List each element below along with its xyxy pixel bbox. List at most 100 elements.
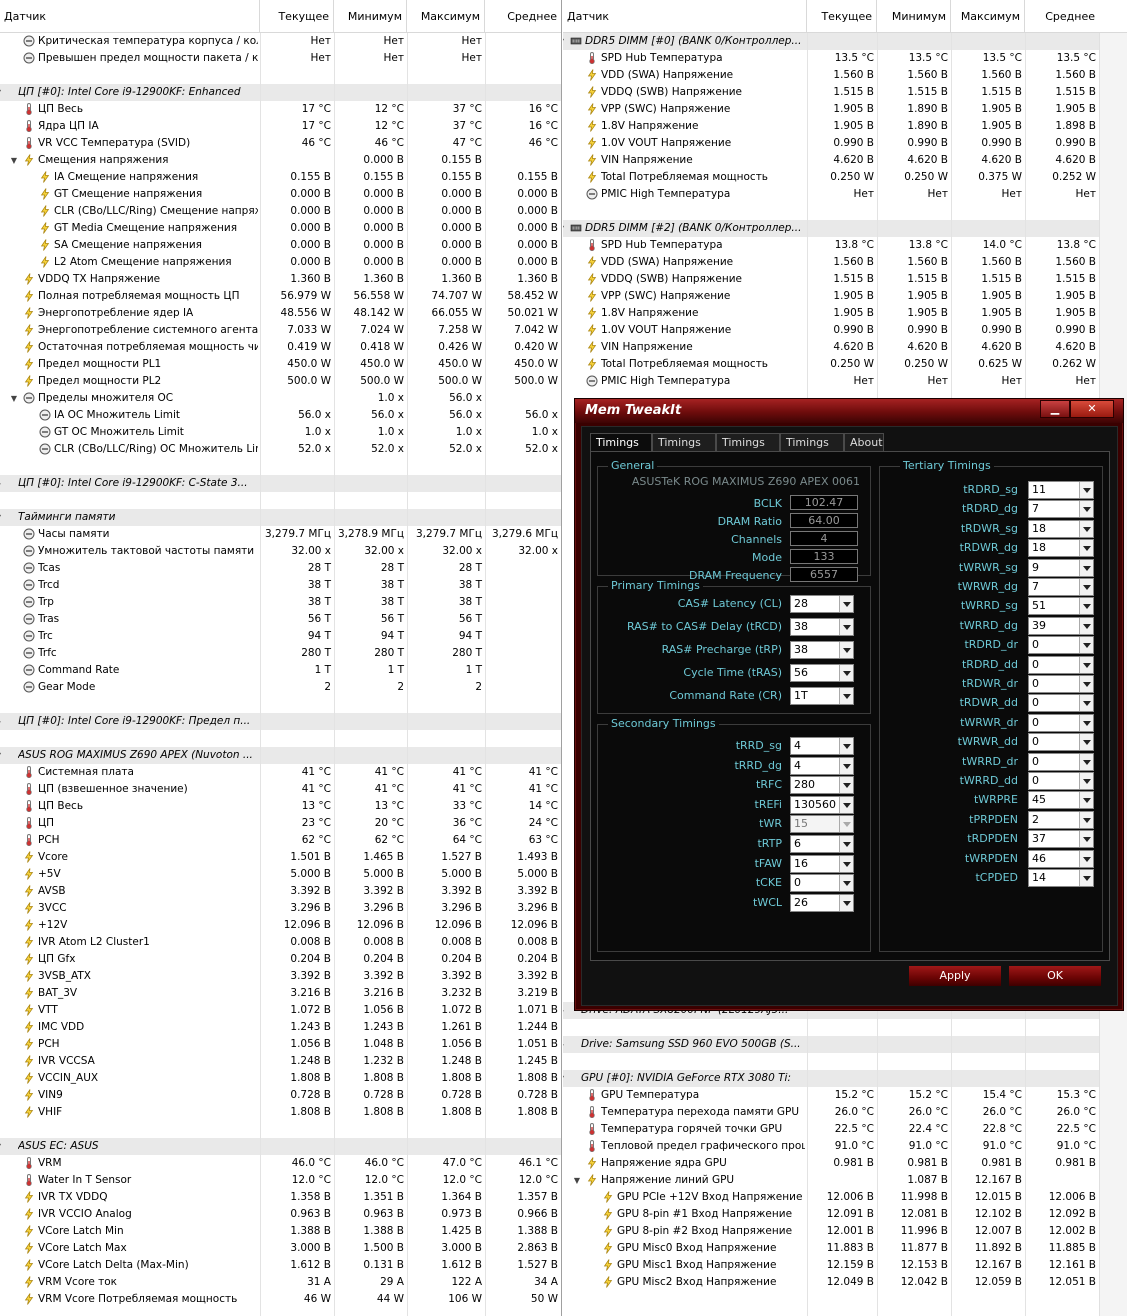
tertiary-timing-dropdown[interactable]: 37 bbox=[1028, 830, 1094, 849]
sensor-row[interactable]: 1.0V VOUT Напряжение 0.990 В 0.990 В 0.990 … bbox=[563, 322, 1127, 339]
sensor-group-row[interactable]: ▶ Drive: Samsung SSD 960 EVO 500GB (S... bbox=[563, 1036, 1127, 1053]
sensor-row[interactable]: Тепловой предел графического проц... 91.0… bbox=[563, 1138, 1127, 1155]
sensor-row[interactable]: PCH 62 °C 62 °C 64 °C 63 °C bbox=[0, 832, 561, 849]
sensor-row[interactable]: Total Потребляемая мощность 0.250 W 0.250 … bbox=[563, 356, 1127, 373]
sensor-row[interactable]: IA OC Множитель Limit 56.0 x 56.0 x 56.0 x 5… bbox=[0, 407, 561, 424]
sensor-row[interactable]: Часы памяти 3,279.7 МГц 3,278.9 МГц 3,279.7… bbox=[0, 526, 561, 543]
sensor-row[interactable]: Полная потребляемая мощность ЦП 56.979 W 5… bbox=[0, 288, 561, 305]
sensor-row[interactable]: Энергопотребление системного агента 7.033… bbox=[0, 322, 561, 339]
chevron-down-icon[interactable] bbox=[1079, 773, 1093, 789]
sensor-row[interactable]: Остаточная потребляемая мощность чипа 0.4… bbox=[0, 339, 561, 356]
sensor-row[interactable]: Total Потребляемая мощность 0.250 W 0.250 … bbox=[563, 169, 1127, 186]
sensor-row[interactable]: 3VCC 3.296 В 3.296 В 3.296 В 3.296 В bbox=[0, 900, 561, 917]
sensor-row[interactable]: +12V 12.096 В 12.096 В 12.096 В 12.096 В bbox=[0, 917, 561, 934]
sensor-row[interactable]: ЦП Весь 13 °C 13 °C 33 °C 14 °C bbox=[0, 798, 561, 815]
chevron-down-icon[interactable] bbox=[839, 836, 853, 852]
sensor-row[interactable]: GT Media Смещение напряжения 0.000 В 0.000… bbox=[0, 220, 561, 237]
chevron-down-icon[interactable] bbox=[839, 619, 853, 635]
tab-timings-2[interactable]: Timings #2 bbox=[652, 433, 716, 466]
tertiary-timing-dropdown[interactable]: 39 bbox=[1028, 616, 1094, 635]
col-current[interactable]: Текущее bbox=[260, 0, 334, 33]
chevron-down-icon[interactable] bbox=[839, 665, 853, 681]
sensor-row[interactable]: GPU 8-pin #1 Вход Напряжение 12.091 В 12.0… bbox=[563, 1206, 1127, 1223]
close-button[interactable]: ✕ bbox=[1070, 400, 1114, 418]
sensor-group-row[interactable]: ▼ ЦП [#0]: Intel Core i9-12900KF: Enhance… bbox=[0, 84, 561, 101]
sensor-row[interactable]: ▼ Смещения напряжения 0.000 В 0.155 В bbox=[0, 152, 561, 169]
sensor-row[interactable]: VIN Напряжение 4.620 В 4.620 В 4.620 В 4.620… bbox=[563, 339, 1127, 356]
chevron-down-icon[interactable] bbox=[1079, 540, 1093, 557]
sensor-row[interactable]: Tras 56 T 56 T 56 T bbox=[0, 611, 561, 628]
sensor-row[interactable]: ▼ Напряжение линий GPU 1.087 В 12.167 В bbox=[563, 1172, 1127, 1189]
tertiary-timing-dropdown[interactable]: 0 bbox=[1028, 772, 1094, 790]
col-sensor[interactable]: Датчик bbox=[563, 0, 807, 33]
sensor-row[interactable]: Tcas 28 T 28 T 28 T bbox=[0, 560, 561, 577]
sensor-row[interactable]: Напряжение ядра GPU 0.981 В 0.981 В 0.981 В… bbox=[563, 1155, 1127, 1172]
tertiary-timing-dropdown[interactable]: 0 bbox=[1028, 655, 1094, 674]
ok-button[interactable]: OK bbox=[1008, 965, 1102, 987]
primary-timing-dropdown[interactable]: 56 bbox=[790, 664, 854, 682]
chevron-down-icon[interactable] bbox=[1079, 598, 1093, 615]
chevron-down-icon[interactable] bbox=[839, 642, 853, 658]
tertiary-timing-dropdown[interactable]: 51 bbox=[1028, 597, 1094, 616]
sensor-row[interactable]: VCore Latch Max 3.000 В 1.500 В 3.000 В 2.86… bbox=[0, 1240, 561, 1257]
chevron-down-icon[interactable] bbox=[1079, 617, 1093, 634]
primary-timing-dropdown[interactable]: 28 bbox=[790, 595, 854, 613]
minimize-button[interactable]: ▁ bbox=[1040, 400, 1070, 418]
chevron-down-icon[interactable] bbox=[839, 757, 853, 774]
sensor-row[interactable]: IVR VCCIO Analog 0.963 В 0.963 В 0.973 В 0.9… bbox=[0, 1206, 561, 1223]
sensor-row[interactable]: Температура горячей точки GPU 22.5 °C 22.4… bbox=[563, 1121, 1127, 1138]
chevron-down-icon[interactable] bbox=[1079, 676, 1093, 692]
chevron-down-icon[interactable] bbox=[839, 688, 853, 704]
sensor-row[interactable]: VRM Vcore Потребляемая мощность 46 W 44 W 1… bbox=[0, 1291, 561, 1308]
collapse-arrow-icon[interactable]: ▼ bbox=[0, 747, 4, 764]
sensor-row[interactable]: ▼ Пределы множителя ОС 1.0 x 56.0 x bbox=[0, 390, 561, 407]
sensor-row[interactable]: Предел мощности PL2 500.0 W 500.0 W 500.0 W… bbox=[0, 373, 561, 390]
chevron-down-icon[interactable] bbox=[839, 796, 853, 813]
sensor-row[interactable]: ЦП 23 °C 20 °C 36 °C 24 °C bbox=[0, 815, 561, 832]
sensor-row[interactable]: Температура перехода памяти GPU 26.0 °C 26… bbox=[563, 1104, 1127, 1121]
sensor-row[interactable]: Превышен предел мощности пакета / ко... Н… bbox=[0, 50, 561, 67]
sensor-group-row[interactable]: ▼ Тайминги памяти bbox=[0, 509, 561, 526]
sensor-row[interactable]: AVSB 3.392 В 3.392 В 3.392 В 3.392 В bbox=[0, 883, 561, 900]
sensor-row[interactable]: 3VSB_ATX 3.392 В 3.392 В 3.392 В 3.392 В bbox=[0, 968, 561, 985]
sensor-row[interactable]: 1.8V Напряжение 1.905 В 1.890 В 1.905 В 1.89… bbox=[563, 118, 1127, 135]
secondary-timing-dropdown[interactable]: 130560 bbox=[790, 795, 854, 814]
sensor-row[interactable]: GPU Температура 15.2 °C 15.2 °C 15.4 °C 15.3… bbox=[563, 1087, 1127, 1104]
sensor-row[interactable]: IVR VCCSA 1.248 В 1.232 В 1.248 В 1.245 В bbox=[0, 1053, 561, 1070]
sensor-row[interactable]: BAT_3V 3.216 В 3.216 В 3.232 В 3.219 В bbox=[0, 985, 561, 1002]
sensor-row[interactable]: Ядра ЦП IA 17 °C 12 °C 37 °C 16 °C bbox=[0, 118, 561, 135]
secondary-timing-dropdown[interactable]: 4 bbox=[790, 756, 854, 775]
col-max[interactable]: Максимум bbox=[407, 0, 485, 33]
chevron-down-icon[interactable] bbox=[839, 777, 853, 794]
tab-timings-4[interactable]: Timings #4 bbox=[780, 433, 844, 466]
tertiary-timing-dropdown[interactable]: 46 bbox=[1028, 849, 1094, 868]
sensor-row[interactable]: VDD (SWA) Напряжение 1.560 В 1.560 В 1.560 … bbox=[563, 67, 1127, 84]
chevron-down-icon[interactable] bbox=[1079, 734, 1093, 751]
sensor-group-row[interactable]: ▼ DDR5 DIMM [#2] (BANK 0/Контроллер... bbox=[563, 220, 1127, 237]
sensor-row[interactable]: IMC VDD 1.243 В 1.243 В 1.261 В 1.244 В bbox=[0, 1019, 561, 1036]
sensor-group-row[interactable]: ▼ GPU [#0]: NVIDIA GeForce RTX 3080 Ti: bbox=[563, 1070, 1127, 1087]
sensor-row[interactable]: GT Смещение напряжения 0.000 В 0.000 В 0.00… bbox=[0, 186, 561, 203]
sensor-row[interactable]: VCore Latch Min 1.388 В 1.388 В 1.425 В 1.38… bbox=[0, 1223, 561, 1240]
chevron-down-icon[interactable] bbox=[1079, 520, 1093, 537]
tertiary-timing-dropdown[interactable]: 45 bbox=[1028, 791, 1094, 810]
tertiary-timing-dropdown[interactable]: 11 bbox=[1028, 481, 1094, 499]
sensor-row[interactable]: GT OC Множитель Limit 1.0 x 1.0 x 1.0 x 1.0 … bbox=[0, 424, 561, 441]
primary-timing-dropdown[interactable]: 1T bbox=[790, 687, 854, 705]
tertiary-timing-dropdown[interactable]: 0 bbox=[1028, 713, 1094, 732]
chevron-down-icon[interactable] bbox=[839, 738, 853, 754]
sensor-row[interactable]: CLR (CBo/LLC/Ring) Смещение напряж... 0.0… bbox=[0, 203, 561, 220]
sensor-row[interactable]: ЦП (взвешенное значение) 41 °C 41 °C 41 °C 4… bbox=[0, 781, 561, 798]
sensor-row[interactable]: SPD Hub Температура 13.8 °C 13.8 °C 14.0 °C… bbox=[563, 237, 1127, 254]
sensor-row[interactable]: GPU Misc1 Вход Напряжение 12.159 В 12.153 … bbox=[563, 1257, 1127, 1274]
tertiary-timing-dropdown[interactable]: 0 bbox=[1028, 752, 1094, 771]
col-avg[interactable]: Среднее bbox=[1025, 0, 1099, 33]
tab-timings-1[interactable]: Timings #1 bbox=[590, 433, 652, 466]
col-sensor[interactable]: Датчик bbox=[0, 0, 260, 33]
sensor-row[interactable]: VCCIN_AUX 1.808 В 1.808 В 1.808 В 1.808 В bbox=[0, 1070, 561, 1087]
sensor-row[interactable]: VRM 46.0 °C 46.0 °C 47.0 °C 46.1 °C bbox=[0, 1155, 561, 1172]
tertiary-timing-dropdown[interactable]: 7 bbox=[1028, 578, 1094, 596]
col-max[interactable]: Максимум bbox=[951, 0, 1025, 33]
collapse-arrow-icon[interactable]: ▼ bbox=[8, 390, 20, 407]
chevron-down-icon[interactable] bbox=[1079, 811, 1093, 828]
